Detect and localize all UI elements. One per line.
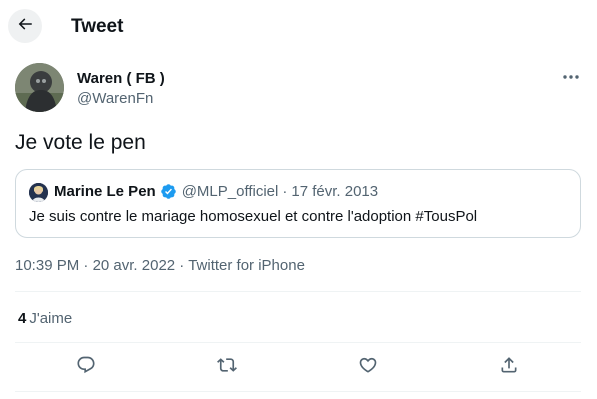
- tweet-metadata: 10:39 PM · 20 avr. 2022 · Twitter for iP…: [15, 257, 305, 274]
- quoted-tweet-text: Je suis contre le mariage homosexuel et …: [29, 208, 478, 225]
- page-title: Tweet: [71, 16, 124, 37]
- more-options-button[interactable]: [558, 66, 584, 86]
- meta-separator: ·: [175, 257, 189, 274]
- like-button[interactable]: [355, 354, 381, 380]
- quoted-tweet-card[interactable]: Marine Le Pen @MLP_officiel · 17 févr. 2…: [15, 169, 581, 238]
- share-icon: [499, 355, 519, 380]
- retweet-icon: [217, 355, 237, 380]
- likes-stat[interactable]: 4 J'aime: [18, 310, 72, 327]
- divider: [15, 391, 581, 392]
- author-handle[interactable]: @WarenFn: [77, 90, 153, 107]
- quoted-tweet-date[interactable]: 17 févr. 2013: [291, 183, 378, 200]
- arrow-left-icon: [16, 15, 34, 38]
- more-dots-icon: [562, 67, 580, 85]
- likes-count: 4: [18, 310, 27, 327]
- tweet-date[interactable]: 20 avr. 2022: [93, 257, 176, 274]
- quoted-tweet-header: Marine Le Pen @MLP_officiel · 17 févr. 2…: [54, 183, 378, 200]
- meta-separator: ·: [79, 257, 93, 274]
- divider: [15, 291, 581, 292]
- top-bar: Tweet: [0, 0, 597, 53]
- quoted-author-handle: @MLP_officiel: [181, 183, 279, 200]
- reply-button[interactable]: [73, 354, 99, 380]
- back-button[interactable]: [8, 9, 42, 43]
- verified-badge-icon: [160, 183, 177, 200]
- tweet-time[interactable]: 10:39 PM: [15, 257, 79, 274]
- divider: [15, 342, 581, 343]
- tweet-source[interactable]: Twitter for iPhone: [188, 257, 305, 274]
- share-button[interactable]: [496, 354, 522, 380]
- author-display-name[interactable]: Waren ( FB ): [77, 70, 165, 87]
- retweet-button[interactable]: [214, 354, 240, 380]
- quoted-author-name: Marine Le Pen: [54, 183, 156, 200]
- quoted-author-avatar: [29, 183, 48, 202]
- author-avatar[interactable]: [15, 63, 64, 112]
- reply-icon: [76, 355, 96, 380]
- separator-dot: ·: [282, 183, 288, 200]
- tweet-text: Je vote le pen: [15, 131, 146, 154]
- likes-label: J'aime: [29, 310, 73, 327]
- heart-icon: [358, 355, 378, 380]
